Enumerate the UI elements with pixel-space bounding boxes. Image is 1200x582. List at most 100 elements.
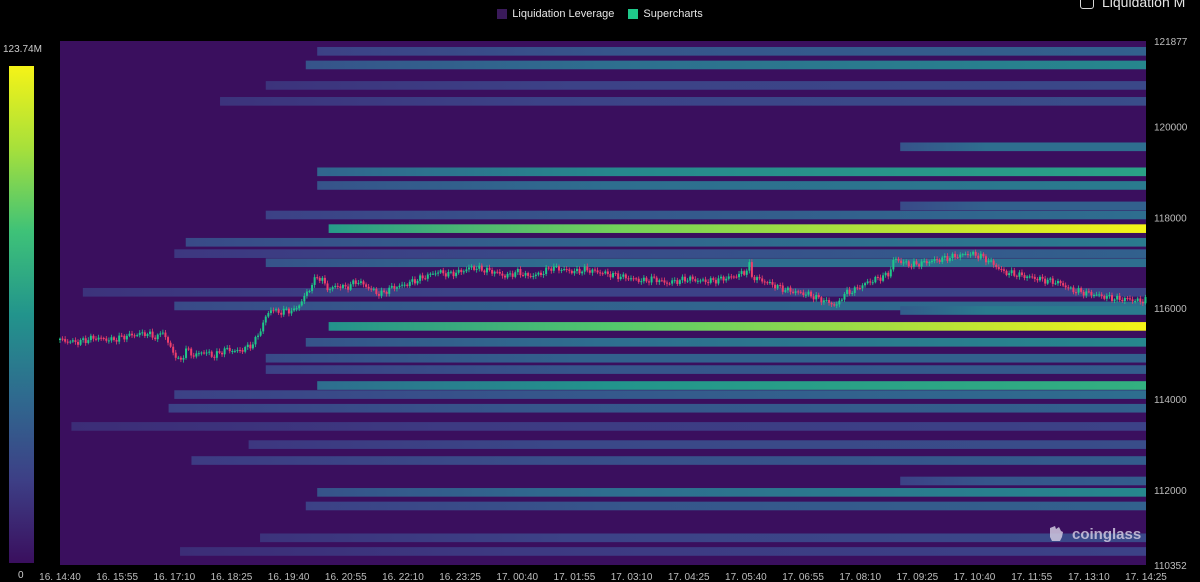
candle-body [830,302,833,305]
candle-body [840,299,843,301]
candle-body [720,276,723,279]
candle-body [552,266,555,271]
candle-body [1023,275,1026,278]
liquidation-band [265,258,1146,268]
candle-body [123,335,126,340]
candle-body [1121,299,1124,302]
candle-body [1051,278,1054,284]
candle-body [277,309,280,313]
candle-body [732,276,735,278]
legend-item-supercharts[interactable]: Supercharts [628,8,703,20]
watermark-label: coinglass [1072,525,1142,543]
candle-body [480,265,483,271]
candle-body [367,286,370,289]
candle-body [781,285,784,292]
candle-body [182,357,185,360]
candle-body [336,285,339,287]
candle-body [465,269,468,272]
legend-item-liquidation-leverage[interactable]: Liquidation Leverage [497,8,614,20]
candle-body [120,335,123,337]
candle-body [668,283,671,285]
candle-body [596,270,599,273]
candle-body [290,310,293,314]
candle-body [637,278,640,282]
x-tick-label: 16. 22:10 [382,572,424,582]
liquidation-checkbox[interactable] [1080,0,1094,9]
candle-body [95,338,98,340]
candle-body [964,254,967,256]
candle-body [709,278,712,283]
candle-body [1013,270,1016,276]
liquidation-band [305,501,1147,511]
candle-body [110,337,113,341]
candle-body [156,334,159,340]
candle-body [218,351,221,353]
candle-body [699,280,702,282]
candle-body [475,268,478,270]
liquidation-band [900,142,1146,152]
candle-body [1098,294,1101,296]
y-tick-label: 120000 [1154,122,1188,133]
candle-body [501,273,504,276]
x-tick-label: 17. 11:55 [1011,572,1052,582]
x-tick-label: 17. 03:10 [611,572,653,582]
candle-body [717,278,720,284]
candle-body [617,273,620,280]
candle-body [655,277,658,283]
candle-body [221,352,224,355]
x-tick-label: 17. 01:55 [554,572,596,582]
candle-body [506,273,509,278]
candle-body [882,275,885,281]
candle-body [208,351,211,353]
candle-body [244,347,247,352]
candle-body [259,331,262,336]
candle-body [972,251,975,255]
candle-body [529,275,532,277]
candle-body [71,340,74,342]
candle-body [686,280,689,282]
candle-body [707,282,710,284]
candle-body [645,277,648,282]
candle-body [874,276,877,283]
candle-body [1074,292,1077,294]
candle-body [542,273,545,275]
liquidation-toggle[interactable]: Liquidation M [1080,0,1185,10]
candle-body [565,269,568,271]
candle-body [159,333,162,335]
candle-body [69,341,72,343]
candle-body [1036,278,1039,281]
candle-body [599,272,602,274]
candle-body [702,279,705,281]
candle-body [311,284,314,292]
candle-body [59,338,61,341]
candle-body [606,271,609,275]
candle-body [210,351,213,357]
candle-body [1038,276,1041,281]
candle-body [933,259,936,261]
candle-body [851,292,854,294]
candle-body [215,351,218,358]
liquidation-band [71,422,1146,431]
liquidation-band [317,181,1146,190]
candle-body [267,313,270,317]
candle-body [334,285,337,288]
candle-body [192,355,195,357]
colorscale-min-label: 0 [18,570,24,581]
candle-body [1100,294,1103,296]
candle-body [804,294,807,296]
candle-body [573,271,576,274]
candle-body [853,287,856,293]
candle-body [925,261,928,264]
liquidation-band [82,287,1146,297]
candle-body [401,284,404,286]
y-tick-label: 112000 [1154,486,1187,497]
chart-legend: Liquidation Leverage Supercharts [0,8,1200,20]
candle-body [141,332,144,334]
candle-body [161,332,164,334]
y-tick-label: 116000 [1154,304,1187,315]
candle-body [483,270,486,273]
candle-body [393,285,396,289]
y-axis-ticks: 121877 120000 118000 116000 114000 112000 1103… [1154,37,1188,572]
candle-body [257,335,260,337]
candle-body [1044,278,1047,284]
